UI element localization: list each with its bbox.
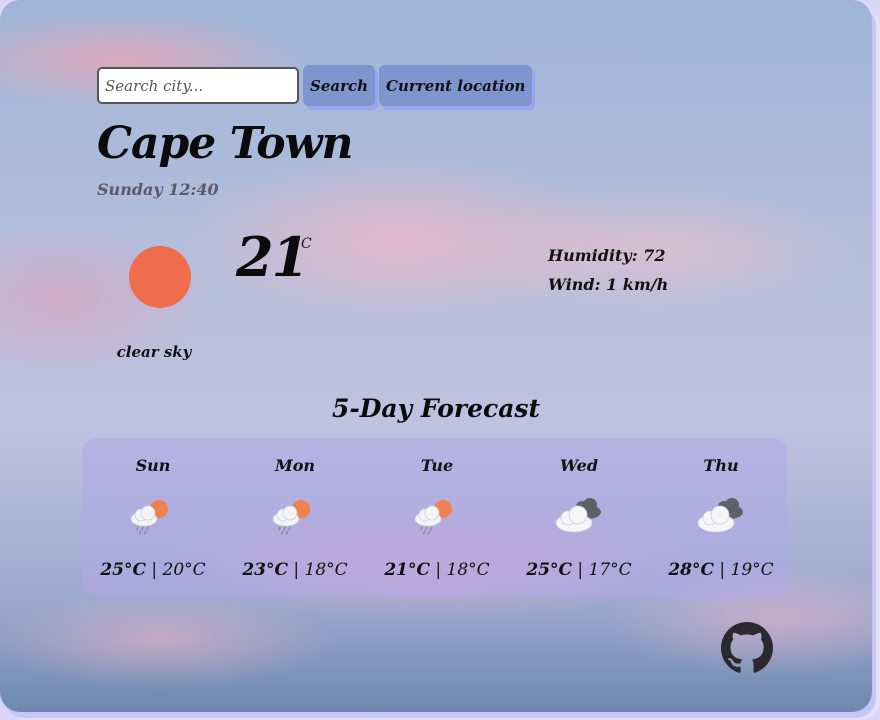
forecast-day-name: Mon <box>274 456 315 475</box>
weather-stats: Humidity: 72 Wind: 1 km/h <box>548 241 668 299</box>
date-time: Sunday 12:40 <box>97 180 219 199</box>
search-button[interactable]: Search <box>303 65 376 106</box>
broken-clouds-icon <box>555 498 601 533</box>
temperature-unit: °C <box>294 236 312 252</box>
forecast-high: 25°C <box>100 560 146 580</box>
search-input[interactable] <box>97 67 299 104</box>
forecast-low: 20°C <box>162 560 206 580</box>
forecast-low: 17°C <box>588 560 632 580</box>
forecast-temps: 28°C | 19°C <box>650 560 792 580</box>
broken-clouds-icon <box>697 498 743 533</box>
forecast-separator: | <box>435 560 442 580</box>
forecast-day: Sun 25°C | 20°C <box>82 438 224 597</box>
weather-app: Search Current location Cape Town Sunday… <box>0 0 872 712</box>
github-icon <box>721 622 773 673</box>
forecast-temps: 21°C | 18°C <box>366 560 508 580</box>
forecast-title: 5-Day Forecast <box>331 394 541 423</box>
forecast-low: 19°C <box>730 560 774 580</box>
city-name: Cape Town <box>97 118 354 169</box>
forecast-panel: Sun 25°C | 20°C Mon 23°C | 18°C Tue 21°C… <box>82 438 787 597</box>
forecast-day: Tue 21°C | 18°C <box>366 438 508 597</box>
search-bar: Search Current location <box>97 65 533 106</box>
forecast-low: 18°C <box>446 560 490 580</box>
forecast-temps: 23°C | 18°C <box>224 560 366 580</box>
sun-rain-cloud-icon <box>130 500 168 535</box>
humidity-value: Humidity: 72 <box>548 246 666 265</box>
forecast-day: Wed 25°C | 17°C <box>508 438 650 597</box>
wind-value: Wind: 1 km/h <box>548 275 669 294</box>
current-location-button[interactable]: Current location <box>379 65 533 106</box>
forecast-temps: 25°C | 20°C <box>82 560 224 580</box>
forecast-day: Thu 28°C | 19°C <box>650 438 792 597</box>
forecast-separator: | <box>719 560 726 580</box>
forecast-day-name: Wed <box>559 456 599 475</box>
current-temperature: 21 <box>236 225 309 289</box>
forecast-separator: | <box>577 560 584 580</box>
forecast-day-name: Tue <box>420 456 454 475</box>
forecast-high: 23°C <box>242 560 288 580</box>
sun-icon <box>129 246 191 308</box>
forecast-high: 21°C <box>384 560 430 580</box>
forecast-temps: 25°C | 17°C <box>508 560 650 580</box>
sun-rain-cloud-icon <box>414 500 452 535</box>
weather-description: clear sky <box>116 343 192 361</box>
forecast-low: 18°C <box>304 560 348 580</box>
sun-rain-cloud-icon <box>272 500 310 535</box>
forecast-day-name: Thu <box>703 456 739 475</box>
forecast-high: 28°C <box>668 560 714 580</box>
forecast-high: 25°C <box>526 560 572 580</box>
forecast-day-name: Sun <box>135 456 171 475</box>
forecast-day: Mon 23°C | 18°C <box>224 438 366 597</box>
forecast-separator: | <box>293 560 300 580</box>
github-link[interactable] <box>721 622 773 674</box>
forecast-separator: | <box>151 560 158 580</box>
